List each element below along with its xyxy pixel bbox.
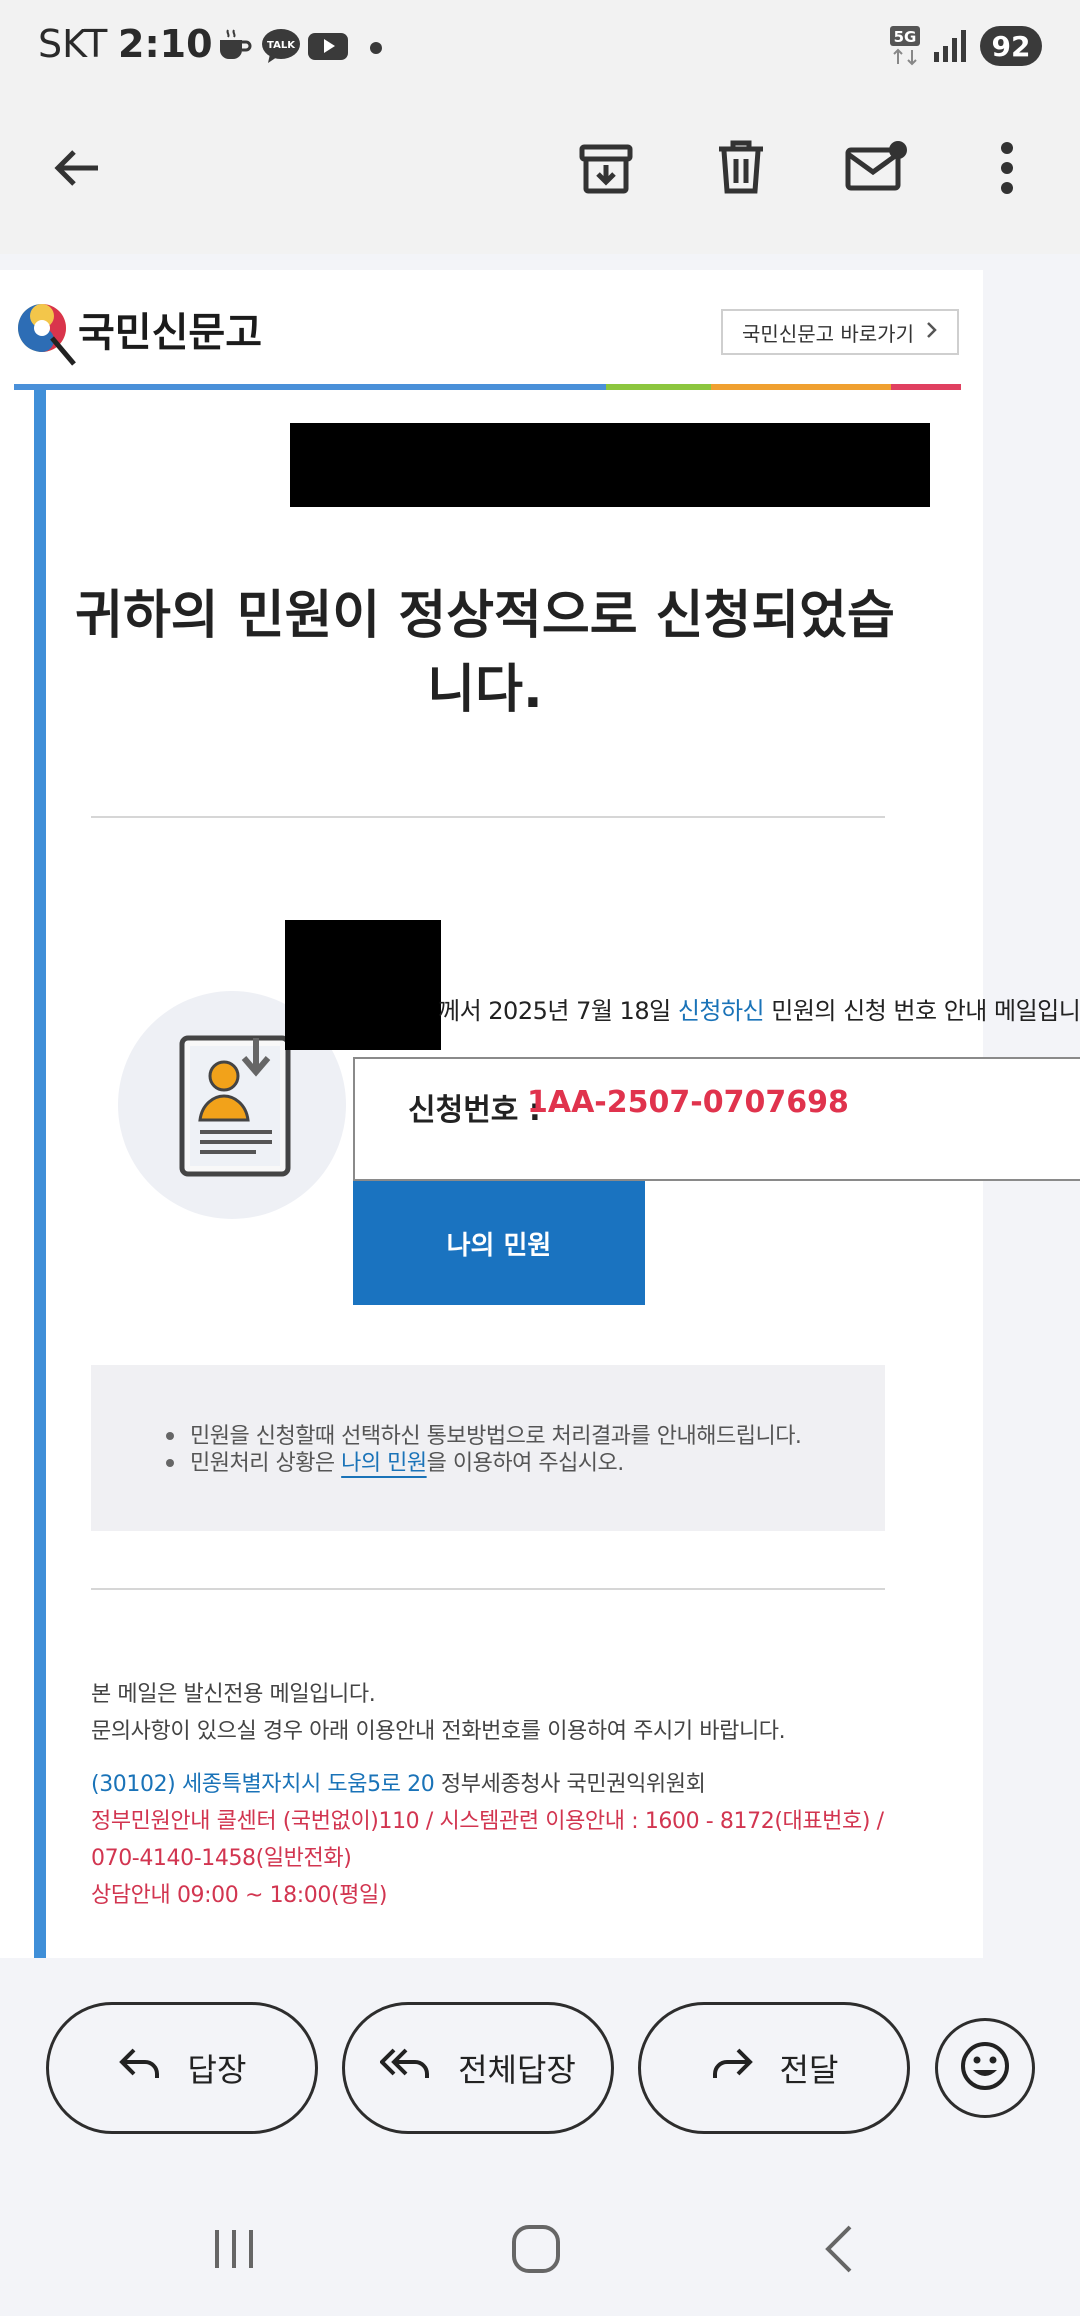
applied-link[interactable]: 신청하신 [678,997,765,1025]
info-line: 께서 2025년 7월 18일 신청하신 민원의 신청 번호 안내 메일입니다. [438,997,1080,1025]
bullet-icon [166,1432,174,1440]
logo-text: 국민신문고 [78,309,262,356]
request-label: 신청번호 : [408,1093,541,1128]
recent-apps-icon[interactable] [194,2215,274,2283]
reply-all-button[interactable]: 전체답장 [342,2002,614,2134]
forward-button[interactable]: 전달 [638,2002,910,2134]
shortcut-label: 국민신문고 바로가기 [742,321,914,346]
forward-icon [710,2046,754,2090]
home-icon[interactable] [496,2215,576,2283]
my-complaint-link[interactable]: 나의 민원 [341,1451,427,1476]
redacted-name [285,920,441,1050]
carrier-label: SKT [38,22,108,66]
footer-line-2: 문의사항이 있으실 경우 아래 이용안내 전화번호를 이용하여 주시기 바랍니다… [91,1719,786,1744]
archive-icon[interactable] [566,128,646,208]
request-number: 1AA-2507-0707698 [527,1085,849,1120]
notice-line-2: 민원처리 상황은 나의 민원을 이용하여 주십시오. [190,1451,624,1476]
reply-all-icon [379,2046,432,2090]
delete-icon[interactable] [701,128,781,208]
stripe-orange [711,384,891,390]
back-nav-icon[interactable] [800,2215,880,2283]
more-vert-icon[interactable] [967,128,1047,208]
signal-icon [930,26,970,70]
mark-unread-icon[interactable] [836,128,916,208]
email-toolbar [0,96,1080,254]
contact-line-3: 상담안내 09:00 ~ 18:00(평일) [91,1883,388,1908]
address-line: (30102) 세종특별자치시 도움5로 20 정부세종청사 국민권익위원회 [91,1772,706,1797]
redacted-block [290,423,930,507]
page-title: 귀하의 민원이 정상적으로 신청되었습니다. [75,586,895,720]
back-arrow-icon[interactable] [38,128,118,208]
reply-icon [118,2046,162,2090]
dot-icon [370,42,382,54]
divider [91,1588,885,1590]
document-download-icon [172,1028,308,1192]
bullet-icon [166,1459,174,1467]
chevron-right-icon [926,320,938,344]
kakaotalk-icon: TALK [260,26,302,70]
youtube-icon [306,26,350,70]
shortcut-button[interactable]: 국민신문고 바로가기 [721,309,959,355]
stripe-green [606,384,711,390]
stripe-red [891,384,961,390]
footer-line-1: 본 메일은 발신전용 메일입니다. [91,1682,376,1707]
left-accent-bar [34,390,46,1958]
stripe-blue [14,384,606,390]
battery-indicator: 92 [980,26,1042,66]
clock: 2:10 [118,22,213,66]
my-complaint-button[interactable]: 나의 민원 [353,1181,645,1305]
divider [91,816,885,818]
emoji-button[interactable] [935,2018,1035,2118]
contact-line-2: 070-4140-1458(일반전화) [91,1846,352,1871]
network-5g-icon: 5G [888,24,924,72]
svg-text:5G: 5G [894,28,917,46]
reply-label: 답장 [187,2051,247,2089]
reply-all-label: 전체답장 [458,2051,576,2089]
contact-line-1: 정부민원안내 콜센터 (국번없이)110 / 시스템관련 이용안내 : 1600… [91,1809,884,1834]
svg-text:TALK: TALK [267,40,296,51]
emoji-icon [959,2040,1011,2096]
forward-label: 전달 [779,2051,839,2089]
address-link[interactable]: 30102) 세종특별자치시 도움5로 20 [99,1772,435,1797]
logo-emblem-icon [12,298,82,372]
coffee-icon [214,26,254,70]
reply-button[interactable]: 답장 [46,2002,318,2134]
